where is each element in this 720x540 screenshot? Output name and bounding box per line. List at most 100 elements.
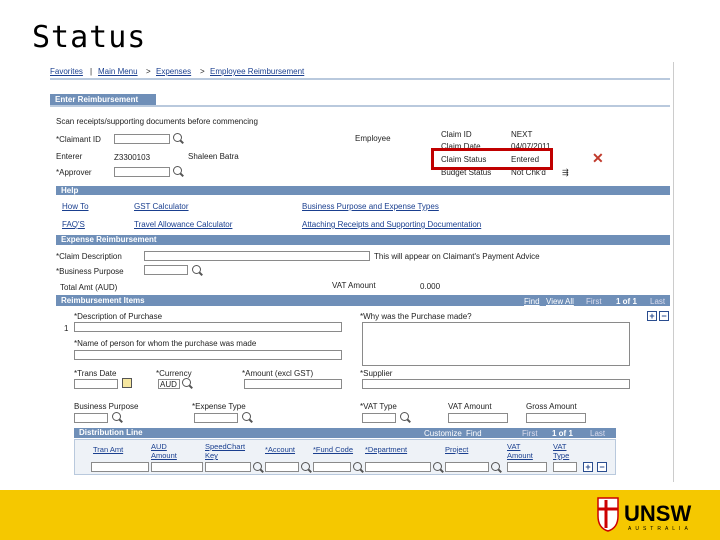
items-last-link[interactable]: Last: [650, 297, 665, 307]
distribution-range: 1 of 1: [552, 429, 573, 438]
unsw-logo: UNSW AUSTRALIA: [596, 496, 704, 532]
col-vat-type: VAT Type: [553, 442, 570, 460]
claim-description-note: This will appear on Claimant's Payment A…: [374, 252, 540, 261]
trans-date-input[interactable]: [74, 379, 118, 389]
vat-amount-label: VAT Amount: [332, 281, 376, 290]
item-business-purpose-label: Business Purpose: [74, 402, 139, 411]
enterer-id: Z3300103: [114, 153, 151, 162]
currency-value: AUD: [160, 380, 177, 389]
tab-enter-reimbursement[interactable]: Enter Reimbursement: [50, 94, 156, 105]
vat-type-input[interactable]: [362, 413, 396, 423]
item-business-purpose-input[interactable]: [74, 413, 108, 423]
magnifier-icon[interactable]: [400, 412, 409, 421]
help-link-business-purpose[interactable]: Business Purpose and Expense Types: [302, 202, 439, 212]
screenshot-panel: Favorites | Main Menu > Expenses > Emplo…: [44, 62, 674, 482]
description-label: *Description of Purchase: [74, 312, 163, 321]
breadcrumb-favorites[interactable]: Favorites: [50, 67, 83, 77]
project-input[interactable]: [445, 462, 489, 472]
speedchart-input[interactable]: [205, 462, 251, 472]
items-first-link[interactable]: First: [586, 297, 602, 307]
employee-label: Employee: [355, 134, 391, 143]
col-fund-code: *Fund Code: [313, 445, 354, 454]
why-label: *Why was the Purchase made?: [360, 312, 472, 321]
magnifier-icon[interactable]: [242, 412, 251, 421]
breadcrumb-arrow: >: [146, 67, 151, 76]
items-title: Reimbursement Items: [61, 296, 145, 305]
magnifier-icon[interactable]: [192, 265, 201, 274]
amount-label: *Amount (excl GST): [242, 369, 314, 378]
item-vat-amount-input[interactable]: [448, 413, 508, 423]
intro-text: Scan receipts/supporting documents befor…: [56, 117, 258, 126]
magnifier-icon[interactable]: [491, 462, 500, 471]
magnifier-icon[interactable]: [433, 462, 442, 471]
col-speedchart: SpeedChart Key: [205, 442, 246, 460]
magnifier-icon[interactable]: [182, 378, 191, 387]
distribution-last-link[interactable]: Last: [590, 429, 605, 439]
budget-status-icon[interactable]: ⇶: [562, 168, 569, 178]
plus-icon[interactable]: +: [583, 462, 593, 472]
gross-amount-input[interactable]: [526, 413, 586, 423]
col-project: Project: [445, 445, 469, 454]
magnifier-icon[interactable]: [301, 462, 310, 471]
minus-icon[interactable]: −: [597, 462, 607, 472]
distribution-customize-link[interactable]: Customize: [424, 429, 462, 439]
tran-amt-input[interactable]: [91, 462, 149, 472]
claimant-label: *Claimant ID: [56, 135, 101, 144]
distribution-grid: Tran Amt AUD Amount SpeedChart Key *Acco…: [74, 439, 616, 475]
minus-icon[interactable]: −: [659, 311, 669, 321]
dist-vat-amount-input[interactable]: [507, 462, 547, 472]
approver-input[interactable]: [114, 167, 170, 177]
trans-date-label: *Trans Date: [74, 369, 117, 378]
description-input[interactable]: [74, 322, 342, 332]
magnifier-icon[interactable]: [173, 166, 182, 175]
item-vat-amount-label: VAT Amount: [448, 402, 492, 411]
help-link-faqs[interactable]: FAQ'S: [62, 220, 85, 230]
breadcrumb-expenses[interactable]: Expenses: [156, 67, 191, 77]
expense-type-input[interactable]: [194, 413, 238, 423]
claim-description-input[interactable]: [144, 251, 370, 261]
svg-text:AUSTRALIA: AUSTRALIA: [628, 526, 692, 532]
calendar-icon[interactable]: [122, 378, 132, 388]
distribution-find-link[interactable]: Find: [466, 429, 482, 439]
claimant-input[interactable]: [114, 134, 170, 144]
magnifier-icon[interactable]: [112, 412, 121, 421]
why-textarea[interactable]: [362, 322, 630, 366]
distribution-first-link[interactable]: First: [522, 429, 538, 439]
enterer-label: Enterer: [56, 152, 83, 161]
expense-type-label: *Expense Type: [192, 402, 246, 411]
col-account: *Account: [265, 445, 296, 454]
help-link-attaching-receipts[interactable]: Attaching Receipts and Supporting Docume…: [302, 220, 481, 230]
fund-code-input[interactable]: [313, 462, 351, 472]
dist-vat-type-input[interactable]: [553, 462, 577, 472]
currency-input[interactable]: AUD: [158, 379, 180, 389]
amount-input[interactable]: [244, 379, 342, 389]
items-find-link[interactable]: Find: [524, 297, 540, 307]
help-link-gst[interactable]: GST Calculator: [134, 202, 189, 212]
person-input[interactable]: [74, 350, 342, 360]
claim-status-highlight: [431, 148, 553, 170]
items-nav: Find View All First 1 of 1 Last: [524, 297, 670, 306]
help-link-travel-allowance[interactable]: Travel Allowance Calculator: [134, 220, 232, 230]
help-link-how-to[interactable]: How To: [62, 202, 89, 212]
account-input[interactable]: [265, 462, 299, 472]
expense-header: Expense Reimbursement: [56, 235, 670, 245]
col-vat-amount: VAT Amount: [507, 442, 533, 460]
breadcrumb-main-menu[interactable]: Main Menu: [98, 67, 138, 77]
department-input[interactable]: [365, 462, 431, 472]
magnifier-icon[interactable]: [253, 462, 262, 471]
slide-title: Status: [32, 20, 147, 55]
supplier-input[interactable]: [362, 379, 630, 389]
aud-amount-input[interactable]: [151, 462, 203, 472]
business-purpose-input[interactable]: [144, 265, 188, 275]
magnifier-icon[interactable]: [353, 462, 362, 471]
row-number: 1: [64, 324, 69, 333]
magnifier-icon[interactable]: [173, 133, 182, 142]
plus-icon[interactable]: +: [647, 311, 657, 321]
enterer-name: Shaleen Batra: [188, 152, 239, 161]
close-icon: ✕: [592, 150, 604, 166]
col-aud-amount: AUD Amount: [151, 442, 177, 460]
items-view-all-link[interactable]: View All: [546, 297, 574, 307]
breadcrumb-sep: |: [90, 67, 93, 76]
breadcrumb-page[interactable]: Employee Reimbursement: [210, 67, 304, 77]
breadcrumb: Favorites | Main Menu > Expenses > Emplo…: [50, 67, 670, 77]
